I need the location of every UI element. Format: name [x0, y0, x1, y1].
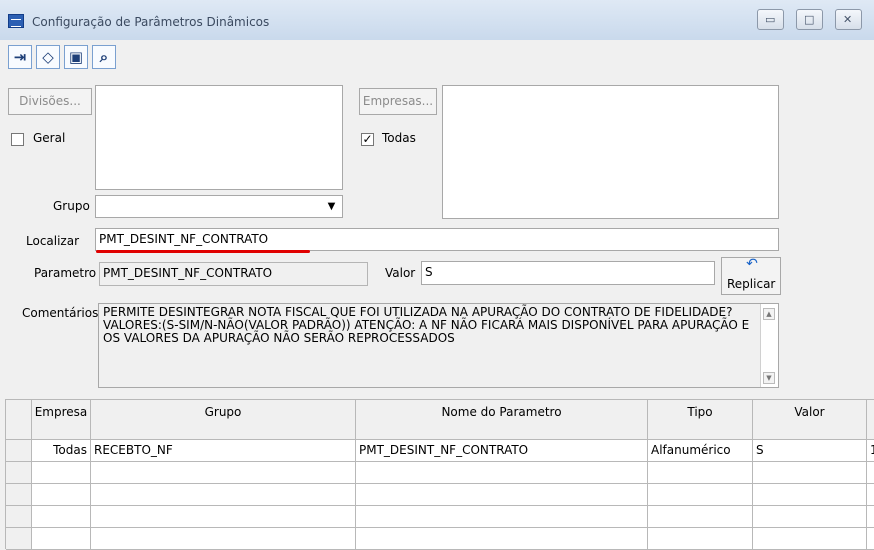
comentarios-text[interactable]: PERMITE DESINTEGRAR NOTA FISCAL QUE FOI …	[98, 303, 779, 388]
table-cell-extra[interactable]: 1	[867, 440, 874, 461]
table-cell-nome-parametro[interactable]	[356, 462, 648, 483]
table-cell-empresa[interactable]	[32, 528, 91, 549]
column-header-tipo[interactable]: Tipo	[648, 400, 753, 439]
table-cell-empresa[interactable]	[32, 462, 91, 483]
table-cell-tipo[interactable]	[648, 528, 753, 549]
folder-check-icon: ▣	[68, 48, 84, 66]
table-cell-nome-parametro[interactable]	[356, 528, 648, 549]
chevron-down-icon: ▼	[327, 201, 336, 212]
geral-label: Geral	[33, 131, 66, 145]
table-cell-extra[interactable]	[867, 528, 874, 549]
column-header-grupo[interactable]: Grupo	[91, 400, 356, 439]
table-row[interactable]	[6, 506, 874, 528]
empresas-button[interactable]: Empresas...	[359, 88, 437, 115]
localizar-label: Localizar	[26, 234, 80, 248]
scroll-up-icon[interactable]: ▲	[763, 308, 775, 320]
table-cell-valor[interactable]	[753, 528, 867, 549]
localizar-input[interactable]: PMT_DESINT_NF_CONTRATO	[95, 228, 779, 251]
table-cell-valor[interactable]: S	[753, 440, 867, 461]
table-cell-extra[interactable]	[867, 484, 874, 505]
parametro-field: PMT_DESINT_NF_CONTRATO	[99, 262, 368, 286]
column-header-nome-parametro[interactable]: Nome do Parametro	[356, 400, 648, 439]
parametro-label: Parametro	[34, 266, 97, 280]
grupo-label: Grupo	[53, 199, 90, 213]
divisoes-list[interactable]	[95, 85, 343, 190]
column-header-empresa[interactable]: Empresa	[32, 400, 91, 439]
table-row[interactable]	[6, 462, 874, 484]
table-cell-extra[interactable]	[867, 506, 874, 527]
parameters-table: Empresa Grupo Nome do Parametro Tipo Val…	[5, 399, 874, 550]
table-cell-empresa[interactable]: Todas	[32, 440, 91, 461]
clear-button[interactable]: ◇	[36, 45, 60, 69]
replicar-label: Replicar	[727, 277, 776, 291]
scroll-down-icon[interactable]: ▼	[763, 372, 775, 384]
grupo-select[interactable]	[95, 195, 343, 218]
table-cell-empresa[interactable]	[32, 506, 91, 527]
row-header[interactable]	[6, 506, 32, 527]
table-cell-tipo[interactable]	[648, 484, 753, 505]
exit-icon: ⇥	[13, 48, 27, 66]
table-row[interactable]	[6, 528, 874, 550]
table-cell-grupo[interactable]: RECEBTO_NF	[91, 440, 356, 461]
table-cell-grupo[interactable]	[91, 462, 356, 483]
valor-label: Valor	[385, 266, 416, 280]
close-icon: ✕	[843, 13, 853, 26]
valor-input[interactable]: S	[421, 261, 715, 285]
geral-checkbox[interactable]	[11, 133, 24, 146]
table-cell-grupo[interactable]	[91, 528, 356, 549]
row-header-corner	[6, 400, 32, 439]
undo-icon: ↶	[746, 256, 758, 272]
minimize-icon: ▭	[765, 13, 776, 26]
app-icon	[8, 14, 24, 28]
table-row[interactable]: Todas RECEBTO_NF PMT_DESINT_NF_CONTRATO …	[6, 440, 874, 462]
table-cell-grupo[interactable]	[91, 484, 356, 505]
search-button[interactable]: ⌕	[92, 45, 116, 69]
window-title: Configuração de Parâmetros Dinâmicos	[32, 15, 270, 29]
column-header-valor[interactable]: Valor	[753, 400, 867, 439]
eraser-icon: ◇	[42, 48, 54, 66]
search-icon: ⌕	[99, 48, 109, 66]
comentarios-label: Comentários	[22, 306, 99, 320]
divisoes-button[interactable]: Divisões...	[8, 88, 92, 115]
exit-button[interactable]: ⇥	[8, 45, 32, 69]
table-cell-tipo[interactable]: Alfanumérico	[648, 440, 753, 461]
table-cell-tipo[interactable]	[648, 506, 753, 527]
table-cell-empresa[interactable]	[32, 484, 91, 505]
close-button[interactable]: ✕	[835, 9, 862, 30]
column-header-extra[interactable]	[867, 400, 874, 439]
row-header[interactable]	[6, 484, 32, 505]
table-cell-valor[interactable]	[753, 484, 867, 505]
row-header[interactable]	[6, 440, 32, 461]
table-cell-nome-parametro[interactable]	[356, 506, 648, 527]
table-cell-valor[interactable]	[753, 506, 867, 527]
todas-label: Todas	[382, 131, 416, 145]
todas-checkbox[interactable]: ✓	[361, 133, 374, 146]
table-cell-tipo[interactable]	[648, 462, 753, 483]
checkmark-icon: ✓	[362, 132, 373, 146]
table-header: Empresa Grupo Nome do Parametro Tipo Val…	[6, 400, 874, 440]
row-header[interactable]	[6, 462, 32, 483]
table-row[interactable]	[6, 484, 874, 506]
empresas-list[interactable]	[442, 85, 779, 219]
minimize-button[interactable]: ▭	[757, 9, 784, 30]
table-cell-nome-parametro[interactable]	[356, 484, 648, 505]
table-cell-grupo[interactable]	[91, 506, 356, 527]
open-button[interactable]: ▣	[64, 45, 88, 69]
table-cell-nome-parametro[interactable]: PMT_DESINT_NF_CONTRATO	[356, 440, 648, 461]
maximize-icon: □	[804, 13, 815, 26]
maximize-button[interactable]: □	[796, 9, 823, 30]
row-header[interactable]	[6, 528, 32, 549]
toolbar	[0, 40, 874, 73]
table-cell-extra[interactable]	[867, 462, 874, 483]
highlight-underline	[96, 250, 310, 253]
table-cell-valor[interactable]	[753, 462, 867, 483]
